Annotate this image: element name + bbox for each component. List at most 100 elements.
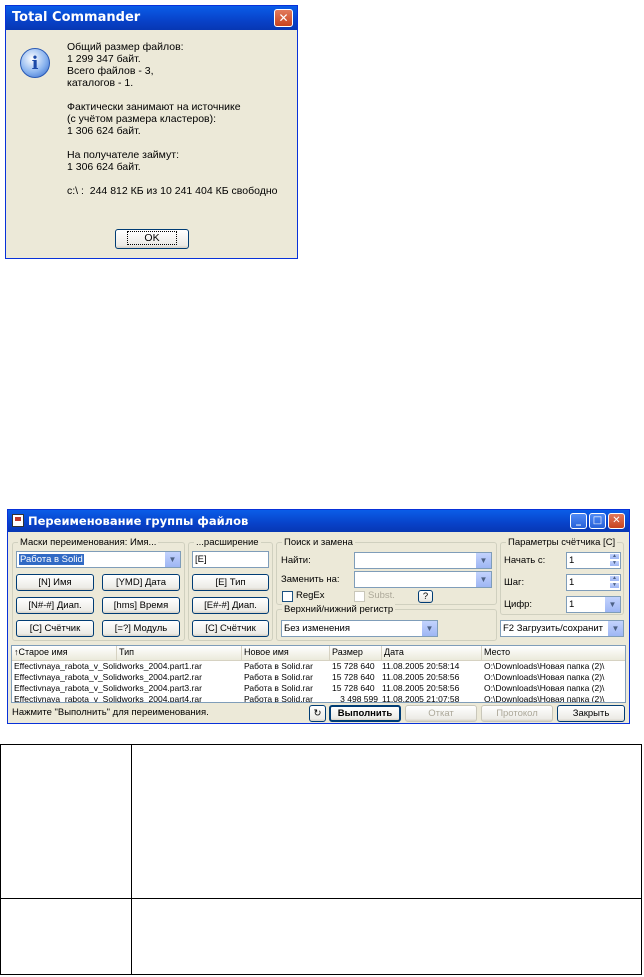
column-header-old-name[interactable]: ↑Старое имя [12,646,117,660]
name-mask-value: Работа в Solid [19,554,84,565]
insert-name-button[interactable]: [N] Имя [16,574,94,591]
maximize-icon[interactable]: □ [589,513,606,529]
regex-help-button[interactable]: ? [418,590,433,603]
message-line: c:\ : 244 812 КБ из 10 241 404 КБ свобод… [67,185,278,197]
counter-group-title: Параметры счётчика [C] [506,537,618,548]
message-line: Общий размер файлов: [67,41,184,53]
close-icon[interactable]: ✕ [608,513,625,529]
size-cell: 3 498 599 [340,694,378,703]
undo-button[interactable]: Откат [405,705,477,722]
spin-down-icon[interactable]: ▼ [609,560,620,567]
step-label: Шаг: [504,577,525,588]
spin-down-icon[interactable]: ▼ [609,582,620,589]
message-line: (с учётом размера кластеров): [67,113,217,125]
chevron-down-icon[interactable]: ▼ [604,597,620,612]
table-row[interactable]: Effectivnaya_rabota_v_Solidworks_2004.pa… [12,694,625,703]
file-list-header: ↑Старое имя Тип Новое имя Размер Дата Ме… [12,646,625,661]
extension-group-title: ...расширение [194,537,261,548]
rename-dialog: Переименование группы файлов _ □ ✕ Маски… [7,509,630,724]
empty-table [0,744,642,975]
insert-plugin-button[interactable]: [=?] Модуль [102,620,180,637]
message-line: 1 306 624 байт. [67,125,141,137]
info-dialog: Total Commander ✕ i Общий размер файлов:… [5,5,298,259]
close-icon[interactable]: ✕ [274,9,293,27]
new-name-cell: Работа в Solid.rar [244,661,313,671]
message-line: Всего файлов - 3, [67,65,154,77]
step-spinner[interactable]: 1 ▲ ▼ [566,574,621,591]
run-button[interactable]: Выполнить [329,705,401,722]
date-cell: 11.08.2005 20:58:14 [382,661,460,671]
insert-ext-counter-button[interactable]: [C] Счётчик [192,620,269,637]
size-cell: 15 728 640 [332,683,375,693]
insert-ext-button[interactable]: [E] Тип [192,574,269,591]
info-dialog-titlebar[interactable]: Total Commander ✕ [6,6,297,30]
subst-checkbox[interactable] [354,591,365,602]
insert-ext-range-button[interactable]: [E#-#] Диап. [192,597,269,614]
name-mask-combo[interactable]: Работа в Solid ▼ [16,551,181,568]
start-spinner[interactable]: 1 ▲ ▼ [566,552,621,569]
ok-button[interactable]: OK [115,229,189,249]
start-value: 1 [569,555,575,566]
new-name-cell: Работа в Solid.rar [244,672,313,682]
insert-counter-button[interactable]: [C] Счётчик [16,620,94,637]
chevron-down-icon[interactable]: ▼ [607,621,623,636]
table-row[interactable]: Effectivnaya_rabota_v_Solidworks_2004.pa… [12,661,625,672]
place-cell: O:\Downloads\Новая папка (2)\ [484,672,605,682]
load-save-value: F2 Загрузить/сохранит [503,623,603,634]
chevron-down-icon[interactable]: ▼ [475,553,491,568]
old-name-cell: Effectivnaya_rabota_v_Solidworks_2004.pa… [14,661,202,671]
table-row[interactable]: Effectivnaya_rabota_v_Solidworks_2004.pa… [12,683,625,694]
minimize-icon[interactable]: _ [570,513,587,529]
column-header-type[interactable]: Тип [117,646,242,660]
find-combo[interactable]: ▼ [354,552,492,569]
chevron-down-icon[interactable]: ▼ [475,572,491,587]
case-combo[interactable]: Без изменения ▼ [281,620,438,637]
load-save-combo[interactable]: F2 Загрузить/сохранит ▼ [500,620,624,637]
info-icon: i [20,48,50,78]
message-line: 1 299 347 байт. [67,53,141,65]
log-button[interactable]: Протокол [481,705,553,722]
rename-dialog-titlebar[interactable]: Переименование группы файлов _ □ ✕ [8,510,629,532]
extension-mask-input[interactable]: [E] [192,551,269,568]
new-name-cell: Работа в Solid.rar [244,683,313,693]
table-row[interactable]: Effectivnaya_rabota_v_Solidworks_2004.pa… [12,672,625,683]
date-cell: 11.08.2005 20:58:56 [382,672,460,682]
digits-value: 1 [569,599,575,610]
close-button[interactable]: Закрыть [557,705,625,722]
message-line: каталогов - 1. [67,77,134,89]
message-line: Фактически занимают на источнике [67,101,241,113]
step-value: 1 [569,577,575,588]
insert-date-button[interactable]: [YMD] Дата [102,574,180,591]
regex-checkbox[interactable] [282,591,293,602]
size-cell: 15 728 640 [332,661,375,671]
file-list: ↑Старое имя Тип Новое имя Размер Дата Ме… [11,645,626,703]
refresh-icon[interactable]: ↻ [309,705,326,722]
message-line [67,173,297,185]
message-line: 1 306 624 байт. [67,161,141,173]
column-header-place[interactable]: Место [482,646,625,660]
spin-up-icon[interactable]: ▲ [609,575,620,582]
column-header-new-name[interactable]: Новое имя [242,646,330,660]
place-cell: O:\Downloads\Новая папка (2)\ [484,661,605,671]
case-group-title: Верхний/нижний регистр [282,604,396,615]
chevron-down-icon[interactable]: ▼ [421,621,437,636]
table-row-divider [1,898,641,899]
chevron-down-icon[interactable]: ▼ [164,552,180,567]
info-message: Общий размер файлов: 1 299 347 байт. Все… [67,41,297,197]
column-header-size[interactable]: Размер [330,646,382,660]
size-cell: 15 728 640 [332,672,375,682]
app-icon [12,514,24,527]
old-name-cell: Effectivnaya_rabota_v_Solidworks_2004.pa… [14,694,202,703]
masks-group-title: Маски переименования: Имя... [18,537,159,548]
insert-time-button[interactable]: [hms] Время [102,597,180,614]
date-cell: 11.08.2005 20:58:56 [382,683,460,693]
digits-combo[interactable]: 1 ▼ [566,596,621,613]
column-header-date[interactable]: Дата [382,646,482,660]
spin-up-icon[interactable]: ▲ [609,553,620,560]
replace-combo[interactable]: ▼ [354,571,492,588]
insert-range-button[interactable]: [N#-#] Диап. [16,597,94,614]
old-name-cell: Effectivnaya_rabota_v_Solidworks_2004.pa… [14,672,202,682]
old-name-cell: Effectivnaya_rabota_v_Solidworks_2004.pa… [14,683,202,693]
place-cell: O:\Downloads\Новая папка (2)\ [484,683,605,693]
start-label: Начать с: [504,555,546,566]
